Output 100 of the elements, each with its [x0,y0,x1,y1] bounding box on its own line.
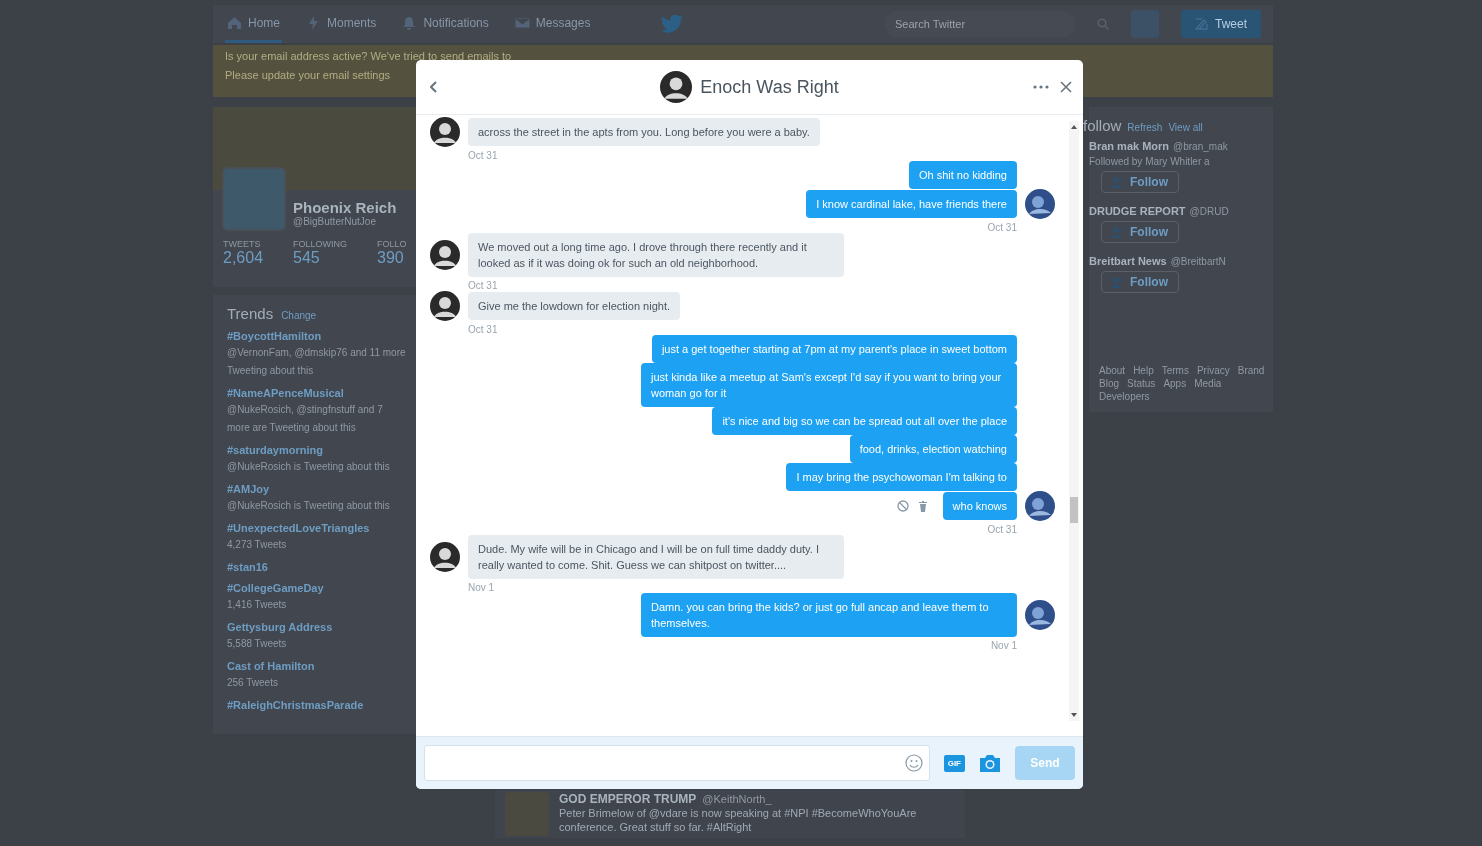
avatar-icon [660,71,693,103]
footer-link[interactable]: Blog [1099,378,1119,389]
account-name[interactable]: DRUDGE REPORT [1089,205,1186,217]
trend-link[interactable]: #UnexpectedLoveTriangles [227,522,406,534]
stat-value[interactable]: 2,604 [223,249,264,267]
message-date: Oct 31 [468,280,499,291]
footer-link[interactable]: Help [1133,365,1154,376]
nav-tab[interactable]: Moments [304,5,379,43]
stat-value[interactable]: 545 [293,249,348,267]
account-handle: @DRUD [1189,206,1229,217]
account-handle: @bran_mak [1173,141,1228,152]
block-icon[interactable] [896,500,909,512]
footer-link[interactable]: Apps [1163,378,1187,389]
nav-tab[interactable]: Messages [512,5,593,43]
banner-text: Is your email address active? We've tried to send emails to [225,49,512,64]
bell-icon [402,15,418,30]
stat-label: FOLLOWING [293,239,348,249]
home-icon [227,15,242,30]
account-name[interactable]: Bran mak Morn [1089,140,1170,152]
compose-icon [1195,18,1209,30]
scrollbar[interactable] [1069,121,1079,721]
message-bubble: just kinda like a meetup at Sam's except I'd say if you want to bring your woman go for it [641,363,1017,407]
trend-link[interactable]: Cast of Hamilton [227,660,406,672]
trend-link[interactable]: #RaleighChristmasParade [227,699,406,711]
message-date: Oct 31 [986,222,1017,233]
search-icon[interactable] [1097,18,1109,30]
emoji-icon[interactable] [904,754,923,772]
trend-detail: @NukeRosich is Tweeting about this [227,461,390,472]
footer-link[interactable]: Media [1194,378,1222,389]
message-bubble: Damn. you can bring the kids? or just go full ancap and leave them to themselves. [641,593,1017,637]
trend-link[interactable]: #CollegeGameDay [227,582,406,594]
trend-link[interactable]: #stan16 [227,561,406,573]
person-add-icon [1110,176,1124,188]
search-field[interactable]: Search Twitter [885,11,1075,37]
message-bubble: We moved out a long time ago. I drove through there recently and it looked as if it was doing ok for such an old neighborhood. [468,233,844,277]
close-icon[interactable] [1059,80,1073,94]
message-bubble: Give me the lowdown for election night. [468,292,680,320]
message-bubble: Dude. My wife will be in Chicago and I will be on full time daddy duty. I really wanted to come. Shit. Guess we can shitpost on twitter.... [468,535,844,579]
panel-link[interactable]: View all [1168,122,1203,133]
person-add-icon [1110,226,1124,238]
avatar-icon [430,542,460,572]
trend-link[interactable]: #AMJoy [227,483,406,495]
footer-link[interactable]: About [1099,365,1126,376]
tweet-handle: @KeithNorth_ [702,793,772,805]
tweet-text: Peter Brimelow of @vdare is now speaking at #NPI #BecomeWhoYouAre conference. Great stuff so far. #AltRight [559,806,918,834]
trend-link[interactable]: Gettysburg Address [227,621,406,633]
account-handle: @BreitbartN [1170,256,1226,267]
more-options-icon[interactable] [1033,85,1049,89]
trend-link[interactable]: #NameAPenceMusical [227,387,406,399]
follow-note: Followed by Mary Whitler a [1089,156,1211,167]
tweet-button[interactable]: Tweet [1181,10,1261,38]
trend-link[interactable]: #saturdaymorning [227,444,406,456]
gif-button[interactable]: GIF [943,754,965,772]
footer-link[interactable]: Status [1127,378,1156,389]
message-bubble: I know cardinal lake, have friends there [806,190,1017,218]
stat-label: TWEETS [223,239,262,249]
follow-button[interactable]: Follow [1101,221,1179,243]
message-bubble: just a get together starting at 7pm at my parent's place in sweet bottom [651,335,1017,363]
who-to-follow-title: follow [1083,117,1122,134]
footer-link[interactable]: Privacy [1196,365,1230,376]
change-link[interactable]: Change [281,310,317,321]
tweet-author[interactable]: GOD EMPEROR TRUMP [559,792,697,806]
conversation-title: Enoch Was Right [700,76,839,98]
trend-detail: 256 Tweets [227,677,278,688]
envelope-icon [514,15,530,30]
footer-link[interactable]: Brand [1237,365,1265,376]
message-bubble: who knows [942,492,1017,520]
camera-icon[interactable] [979,753,1001,773]
banner-text: Please update your email settings [225,68,391,83]
message-input-field[interactable] [424,745,930,781]
stat-value[interactable]: 390 [377,249,407,267]
message-bubble: it's nice and big so we can be spread out all over the place [712,407,1017,435]
avatar-icon [1025,189,1055,219]
account-name[interactable]: Breitbart News [1089,255,1167,267]
panel-link[interactable]: Refresh [1127,122,1163,133]
stat-label: FOLLO [377,239,407,249]
avatar-icon [430,240,460,270]
nav-tab[interactable]: Notifications [400,5,491,43]
message-date: Oct 31 [468,150,499,161]
message-date: Nov 1 [468,582,496,593]
message-bubble: food, drinks, election watching [849,435,1017,463]
trends-title: Trends [227,305,274,322]
footer-link[interactable]: Developers [1099,391,1150,402]
follow-button[interactable]: Follow [1101,271,1179,293]
message-date: Nov 1 [989,640,1017,651]
message-date: Oct 31 [468,324,499,335]
footer-link[interactable]: Terms [1161,365,1189,376]
trend-link[interactable]: #BoycottHamilton [227,330,406,342]
trend-detail: @VernonFam, @dmskip76 and 11 more Tweeting about this [227,347,406,376]
trend-detail: @NukeRosich is Tweeting about this [227,500,390,511]
chevron-left-icon [430,81,438,93]
message-bubble: I may bring the psychowoman I'm talking to [786,463,1017,491]
profile-name[interactable]: Phoenix Reich [293,190,420,216]
follow-button[interactable]: Follow [1101,171,1179,193]
person-add-icon [1110,276,1124,288]
trend-detail: 1,416 Tweets [227,599,287,610]
trash-icon[interactable] [916,500,929,512]
message-bubble: across the street in the apts from you. Long before you were a baby. [468,118,820,146]
bolt-icon [306,15,321,30]
avatar-icon [1025,491,1055,521]
